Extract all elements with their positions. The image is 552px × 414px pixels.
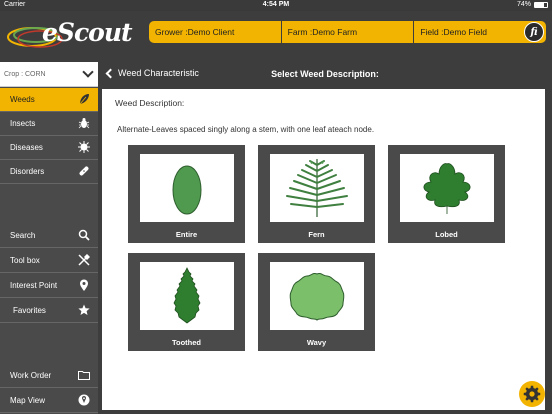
sidebar-item-label: Disorders bbox=[10, 167, 45, 176]
description-text: Alternate-Leaves spaced singly along a s… bbox=[117, 125, 375, 134]
settings-gear-button[interactable] bbox=[519, 381, 545, 407]
card-label: Toothed bbox=[171, 338, 202, 347]
card-label: Lobed bbox=[435, 230, 458, 239]
chevron-left-icon bbox=[105, 68, 116, 78]
section-label: Weed Description: bbox=[115, 98, 185, 108]
farm-selector[interactable]: Farm :Demo Farm bbox=[282, 21, 415, 43]
weed-description-panel: Weed Description: Alternate-Leaves space… bbox=[102, 89, 545, 410]
folder-icon bbox=[78, 369, 90, 381]
sidebar: Crop : CORN Weeds Insects Diseases Disor… bbox=[0, 62, 98, 414]
sidebar-item-diseases[interactable]: Diseases bbox=[0, 136, 98, 160]
search-icon bbox=[78, 229, 90, 241]
sidebar-item-search[interactable]: Search bbox=[0, 224, 98, 248]
leaf-image bbox=[270, 154, 364, 222]
tools-icon bbox=[78, 254, 90, 266]
leaf-card-lobed[interactable]: Lobed bbox=[388, 145, 505, 243]
sidebar-item-label: Search bbox=[10, 231, 36, 240]
sidebar-item-label: Tool box bbox=[10, 256, 40, 265]
leaf-card-fern[interactable]: Fern bbox=[258, 145, 375, 243]
back-button[interactable]: Weed Characteristic bbox=[104, 68, 199, 78]
sidebar-item-label: Interest Point bbox=[10, 281, 58, 290]
leaf-card-toothed[interactable]: Toothed bbox=[128, 253, 245, 351]
sidebar-item-disorders[interactable]: Disorders bbox=[0, 160, 98, 184]
status-bar: Carrier 4:54 PM 74% bbox=[0, 0, 552, 11]
map-pin-icon bbox=[78, 279, 90, 291]
sidebar-item-insects[interactable]: Insects bbox=[0, 112, 98, 136]
crop-selector[interactable]: Crop : CORN bbox=[0, 62, 98, 87]
sidebar-item-weeds[interactable]: Weeds bbox=[0, 88, 98, 112]
map-icon bbox=[78, 394, 90, 406]
leaf-icon bbox=[78, 93, 90, 105]
battery-status: 74% bbox=[517, 1, 548, 8]
card-label: Wavy bbox=[306, 338, 327, 347]
card-label: Fern bbox=[308, 230, 325, 239]
escout-logo: eScout bbox=[6, 15, 133, 55]
sidebar-item-label: Work Order bbox=[10, 371, 52, 380]
toothed-leaf-icon bbox=[173, 267, 201, 324]
leaf-image bbox=[400, 154, 494, 222]
bug-icon bbox=[78, 117, 90, 129]
clock: 4:54 PM bbox=[262, 1, 290, 8]
logo-text: eScout bbox=[42, 18, 133, 47]
battery-percent: 74% bbox=[516, 1, 531, 8]
sidebar-item-map-view[interactable]: Map View bbox=[0, 389, 98, 413]
card-label: Entire bbox=[175, 230, 198, 239]
virus-icon bbox=[78, 141, 90, 153]
star-icon bbox=[78, 304, 90, 316]
gear-icon bbox=[523, 385, 541, 403]
sidebar-item-label: Weeds bbox=[10, 95, 35, 104]
sidebar-item-work-order[interactable]: Work Order bbox=[0, 364, 98, 388]
field-label: Field :Demo Field bbox=[420, 27, 487, 37]
back-label: Weed Characteristic bbox=[118, 68, 199, 78]
sidebar-item-favorites[interactable]: Favorites bbox=[0, 299, 98, 323]
info-icon[interactable]: fi bbox=[524, 22, 545, 42]
battery-icon bbox=[534, 1, 548, 8]
bandage-icon bbox=[78, 165, 90, 177]
title-bar: Select Weed Description: Weed Characteri… bbox=[98, 62, 552, 86]
entire-leaf-icon bbox=[172, 165, 202, 215]
fern-leaf-icon bbox=[286, 159, 348, 217]
sidebar-item-label: Map View bbox=[10, 396, 45, 405]
lobed-leaf-icon bbox=[423, 163, 471, 214]
chevron-down-icon bbox=[82, 66, 94, 78]
leaf-card-entire[interactable]: Entire bbox=[128, 145, 245, 243]
sidebar-item-label: Diseases bbox=[10, 143, 43, 152]
wavy-leaf-icon bbox=[289, 272, 345, 321]
context-bar: Grower :Demo Client Farm :Demo Farm Fiel… bbox=[149, 21, 546, 43]
leaf-card-wavy[interactable]: Wavy bbox=[258, 253, 375, 351]
grower-selector[interactable]: Grower :Demo Client bbox=[149, 21, 282, 43]
crop-label: Crop : CORN bbox=[4, 70, 46, 78]
sidebar-item-toolbox[interactable]: Tool box bbox=[0, 249, 98, 273]
sidebar-item-label: Insects bbox=[10, 119, 36, 128]
leaf-image bbox=[140, 154, 234, 222]
sidebar-item-label: Favorites bbox=[13, 306, 46, 315]
leaf-image bbox=[140, 262, 234, 330]
sidebar-item-interest-point[interactable]: Interest Point bbox=[0, 274, 98, 298]
app-header: eScout Grower :Demo Client Farm :Demo Fa… bbox=[0, 11, 552, 57]
field-selector[interactable]: Field :Demo Field fi bbox=[414, 21, 546, 43]
leaf-image bbox=[270, 262, 364, 330]
